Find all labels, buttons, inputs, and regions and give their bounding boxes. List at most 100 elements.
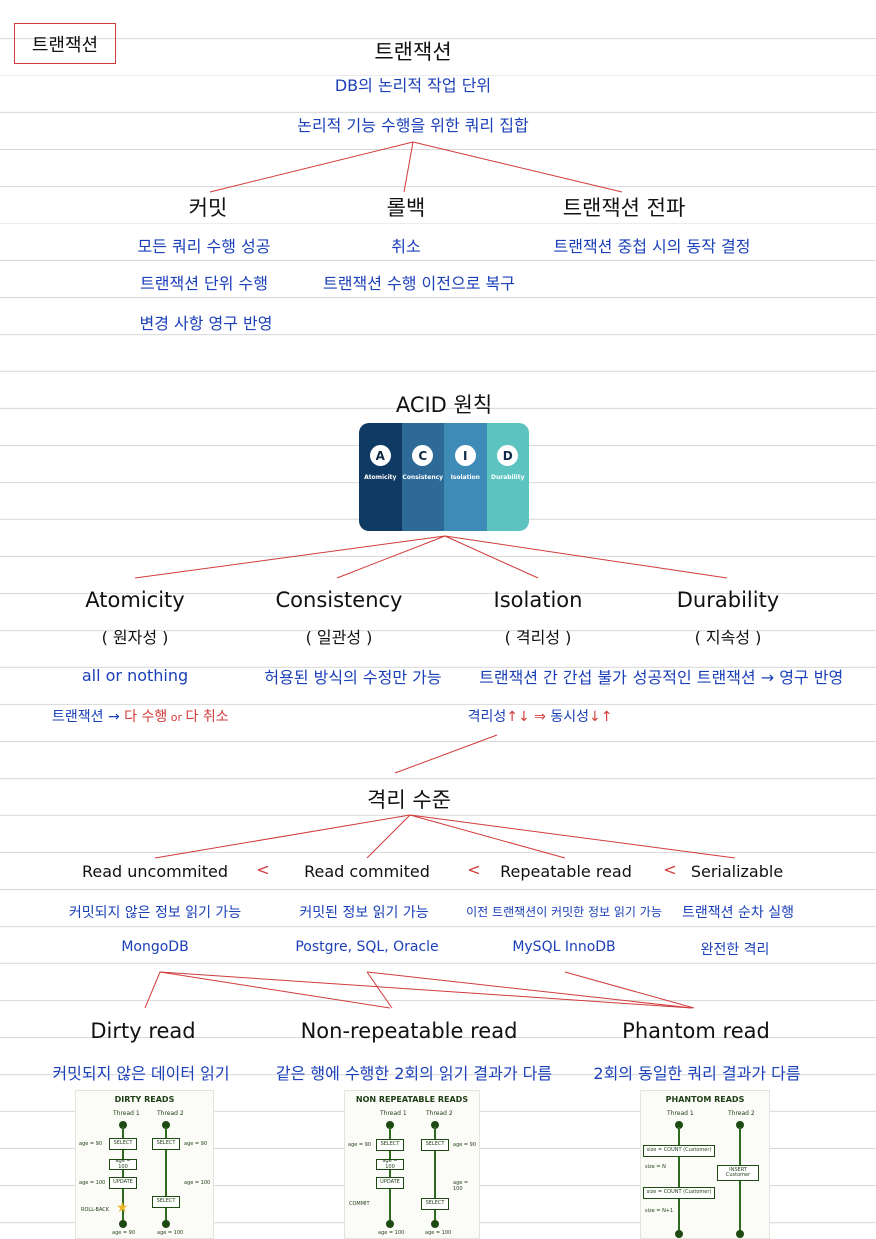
rollback-star-icon: ★: [116, 1200, 129, 1216]
isolation-note-arrow1: ↑↓: [506, 709, 530, 725]
level-2-db: Postgre, SQL, Oracle: [295, 939, 439, 955]
lt-sign-2: <: [467, 860, 481, 879]
non-repeatable-reads-diagram: NON REPEATABLE READS Thread 1 Thread 2 S…: [344, 1090, 480, 1239]
phantom-t1-lane: [678, 1127, 680, 1231]
nonrep-val-1: age = 90: [348, 1142, 372, 1148]
isolation-note-arrow2: ↓↑: [588, 709, 613, 725]
nonrep-val-2: age = 90: [453, 1142, 477, 1148]
prop-isolation-ko: ( 격리성 ): [504, 628, 572, 647]
branch-commit-title: 커밋: [188, 196, 228, 220]
isolation-note: 격리성↑↓ ⇒ 동시성↓↑: [468, 706, 613, 726]
acid-col-i: I Isolation: [444, 423, 487, 531]
isolation-note-b: 동시성: [550, 709, 589, 725]
nonrep-title: NON REPEATABLE READS: [355, 1095, 469, 1104]
acid-letter-d: D: [497, 445, 519, 466]
prop-consistency-en: Consistency: [275, 588, 403, 612]
prop-durability-desc: 성공적인 트랜잭션 → 영구 반영: [632, 668, 844, 687]
level-repeatable-read: Repeatable read: [500, 862, 632, 881]
level-serializable: Serializable: [690, 862, 784, 881]
dirty-val-3: age = 100: [79, 1180, 106, 1186]
level-4-desc: 트랜잭션 순차 실행: [682, 905, 794, 921]
nonrep-update-box: UPDATE: [376, 1177, 404, 1189]
phenomenon-phantom-read: Phantom read: [622, 1019, 770, 1043]
level-1-db: MongoDB: [121, 939, 189, 955]
atomicity-note: 트랜잭션 → 다 수행 or 다 취소: [52, 706, 229, 726]
atomicity-note-c: or: [167, 711, 186, 724]
commit-line-2: 트랜잭션 단위 수행: [140, 274, 268, 293]
acid-label-c: Consistency: [402, 474, 444, 481]
definition-1: DB의 논리적 작업 단위: [334, 76, 492, 95]
dirty-update-box: UPDATE: [109, 1177, 137, 1189]
phantom-title: PHANTOM READS: [665, 1095, 745, 1104]
dirty-val-1: age = 90: [79, 1141, 103, 1147]
dirty-thread-2: Thread 2: [157, 1110, 184, 1117]
rollback-line-2: 트랜잭션 수행 이전으로 복구: [323, 274, 515, 293]
nonrep-val-4: age = 100: [378, 1230, 405, 1236]
nonrep-t2-end-dot: [431, 1220, 439, 1228]
phantom-insert-box: INSERT Customer: [717, 1165, 759, 1181]
nonrep-set-box: age = 100: [376, 1158, 404, 1170]
phantom-count-2: size = COUNT (Customer): [643, 1187, 715, 1199]
phenomenon-dirty-read: Dirty read: [90, 1019, 196, 1043]
dirty-select-1: SELECT: [109, 1138, 137, 1150]
phantom-size-n: size = N: [645, 1164, 666, 1170]
propagation-line-1: 트랜잭션 중첩 시의 동작 결정: [553, 237, 751, 256]
phantom-reads-diagram: PHANTOM READS Thread 1 Thread 2 size = C…: [640, 1090, 770, 1239]
branch-propagation-title: 트랜잭션 전파: [562, 196, 686, 220]
phenomenon-nonrep-desc: 같은 행에 수행한 2회의 읽기 결과가 다름: [275, 1064, 553, 1083]
acid-letter-i: I: [454, 445, 476, 466]
dirty-select-2: SELECT: [152, 1138, 180, 1150]
isolation-note-a: 격리성: [467, 709, 507, 725]
phenomenon-phantom-desc: 2회의 동일한 쿼리 결과가 다름: [593, 1064, 801, 1083]
level-3-desc: 이전 트랜잭션이 커밋한 정보 읽기 가능: [466, 905, 662, 919]
dirty-t1-end-dot: [119, 1220, 127, 1228]
commit-line-3: 변경 사항 영구 반영: [139, 314, 273, 333]
atomicity-note-d: 다 취소: [185, 709, 229, 725]
phenomenon-non-repeatable-read: Non-repeatable read: [300, 1019, 518, 1043]
page-title: 트랜잭션: [374, 40, 452, 64]
acid-title: ACID 원칙: [395, 393, 493, 417]
nonrep-select-1: SELECT: [376, 1139, 404, 1151]
prop-atomicity-ko: ( 원자성 ): [101, 628, 169, 647]
topic-tag: 트랜잭션: [14, 23, 116, 64]
lt-sign-1: <: [256, 860, 270, 879]
acid-col-d: D Durability: [486, 423, 529, 531]
prop-isolation-desc: 트랜잭션 간 간섭 불가: [479, 668, 627, 687]
prop-durability-ko: ( 지속성 ): [694, 628, 762, 647]
dirty-val-2: age = 90: [184, 1141, 208, 1147]
prop-consistency-ko: ( 일관성 ): [305, 628, 373, 647]
nonrep-val-3: age = 100: [453, 1180, 469, 1192]
dirty-reads-diagram: DIRTY READS Thread 1 Thread 2 SELECT SEL…: [75, 1090, 214, 1239]
acid-card: A Atomicity C Consistency I Isolation D …: [359, 423, 529, 531]
definition-2: 논리적 기능 수행을 위한 쿼리 집합: [297, 116, 529, 135]
phenomenon-dirty-desc: 커밋되지 않은 데이터 읽기: [52, 1064, 230, 1083]
isolation-levels-title: 격리 수준: [367, 788, 451, 812]
level-read-commited: Read commited: [304, 862, 430, 881]
prop-atomicity-en: Atomicity: [85, 588, 185, 612]
dirty-thread-1: Thread 1: [113, 1110, 140, 1117]
acid-col-c: C Consistency: [401, 423, 444, 531]
atomicity-note-b: 다 수행: [124, 709, 168, 725]
dirty-select-3: SELECT: [152, 1196, 180, 1208]
prop-atomicity-desc: all or nothing: [81, 666, 189, 685]
acid-label-i: Isolation: [450, 474, 480, 481]
isolation-note-mid: ⇒: [529, 709, 551, 725]
prop-durability-en: Durability: [676, 588, 780, 612]
acid-label-a: Atomicity: [364, 474, 397, 481]
nonrep-select-3: SELECT: [421, 1198, 449, 1210]
level-1-desc: 커밋되지 않은 정보 읽기 가능: [68, 905, 242, 921]
commit-line-1: 모든 쿼리 수행 성공: [137, 237, 271, 256]
level-3-db: MySQL InnoDB: [512, 939, 616, 955]
level-read-uncommited: Read uncommited: [81, 862, 229, 881]
branch-rollback-title: 롤백: [386, 196, 426, 220]
prop-isolation-en: Isolation: [493, 588, 583, 612]
nonrep-thread-1: Thread 1: [380, 1110, 407, 1117]
nonrep-commit: COMMIT: [349, 1201, 370, 1207]
dirty-val-6: age = 100: [157, 1230, 184, 1236]
level-2-desc: 커밋된 정보 읽기 가능: [299, 905, 429, 921]
dirty-val-4: age = 100: [184, 1180, 211, 1186]
nonrep-val-5: age = 100: [425, 1230, 452, 1236]
level-4-db: 완전한 격리: [700, 942, 770, 958]
phantom-thread-2: Thread 2: [728, 1110, 755, 1117]
prop-consistency-desc: 허용된 방식의 수정만 가능: [264, 668, 442, 687]
